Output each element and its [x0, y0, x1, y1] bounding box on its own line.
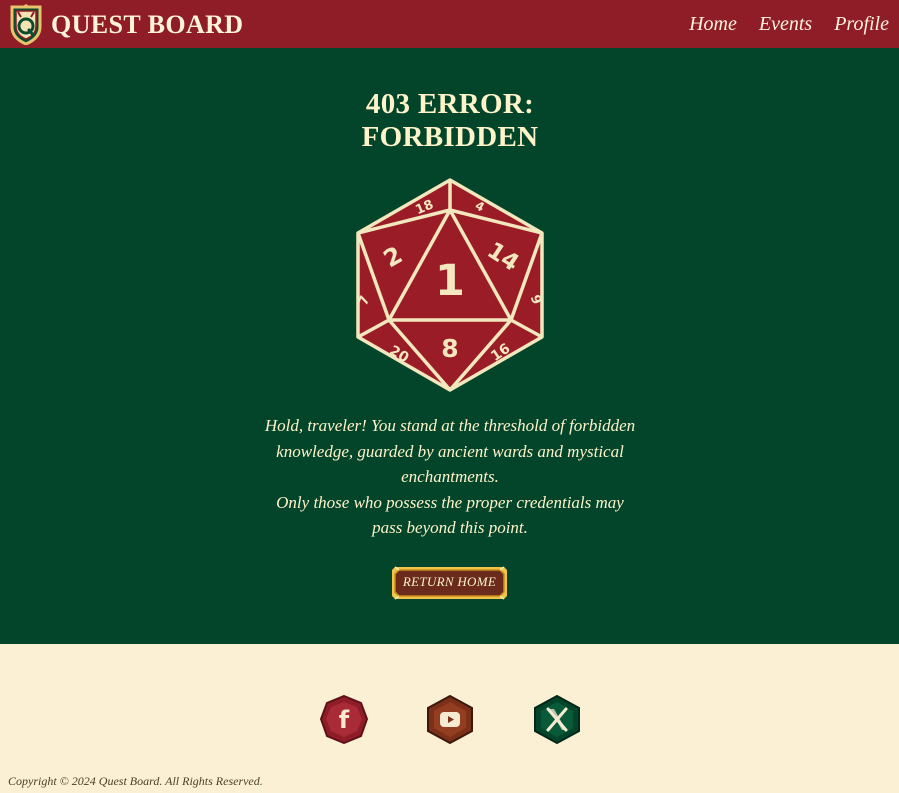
brand-name: Quest Board: [51, 9, 244, 39]
error-message-title: Forbidden: [361, 121, 539, 153]
youtube-icon[interactable]: [426, 695, 474, 744]
x-icon[interactable]: [533, 695, 581, 744]
return-home-button[interactable]: Return Home: [391, 566, 508, 600]
error-content: 403 Error: Forbidden 1 2 14 8 18 4 7 9 2…: [0, 48, 899, 644]
brand-link[interactable]: Quest Board: [8, 3, 243, 45]
copyright-text: Copyright © 2024 Quest Board. All Rights…: [8, 774, 263, 788]
error-code: 403 Error:: [365, 88, 535, 120]
nav-home[interactable]: Home: [689, 10, 737, 38]
forbidden-message: Hold, traveler! You stand at the thresho…: [260, 413, 640, 541]
forbidden-message-line-one: Hold, traveler! You stand at the thresho…: [264, 416, 636, 486]
site-header: Quest Board Home Events Profile: [0, 0, 899, 48]
die-face-main: 1: [435, 256, 465, 306]
error-title: 403 Error: Forbidden: [250, 88, 650, 154]
d20-die-icon: 1 2 14 8 18 4 7 9 20 16: [356, 178, 544, 392]
site-footer: f Copyright © 2024 Quest Board. All Righ…: [0, 644, 899, 793]
facebook-icon[interactable]: f: [320, 695, 368, 744]
nav-profile[interactable]: Profile: [834, 10, 889, 38]
forbidden-message-line-two: Only those who possess the proper creden…: [276, 492, 624, 538]
quest-board-crest-icon: [10, 4, 42, 45]
svg-text:f: f: [339, 706, 350, 734]
main-navigation: Home Events Profile: [689, 10, 889, 38]
return-home-label: Return Home: [402, 574, 497, 589]
nav-events[interactable]: Events: [759, 10, 812, 38]
die-face-bottom: 8: [441, 334, 458, 363]
